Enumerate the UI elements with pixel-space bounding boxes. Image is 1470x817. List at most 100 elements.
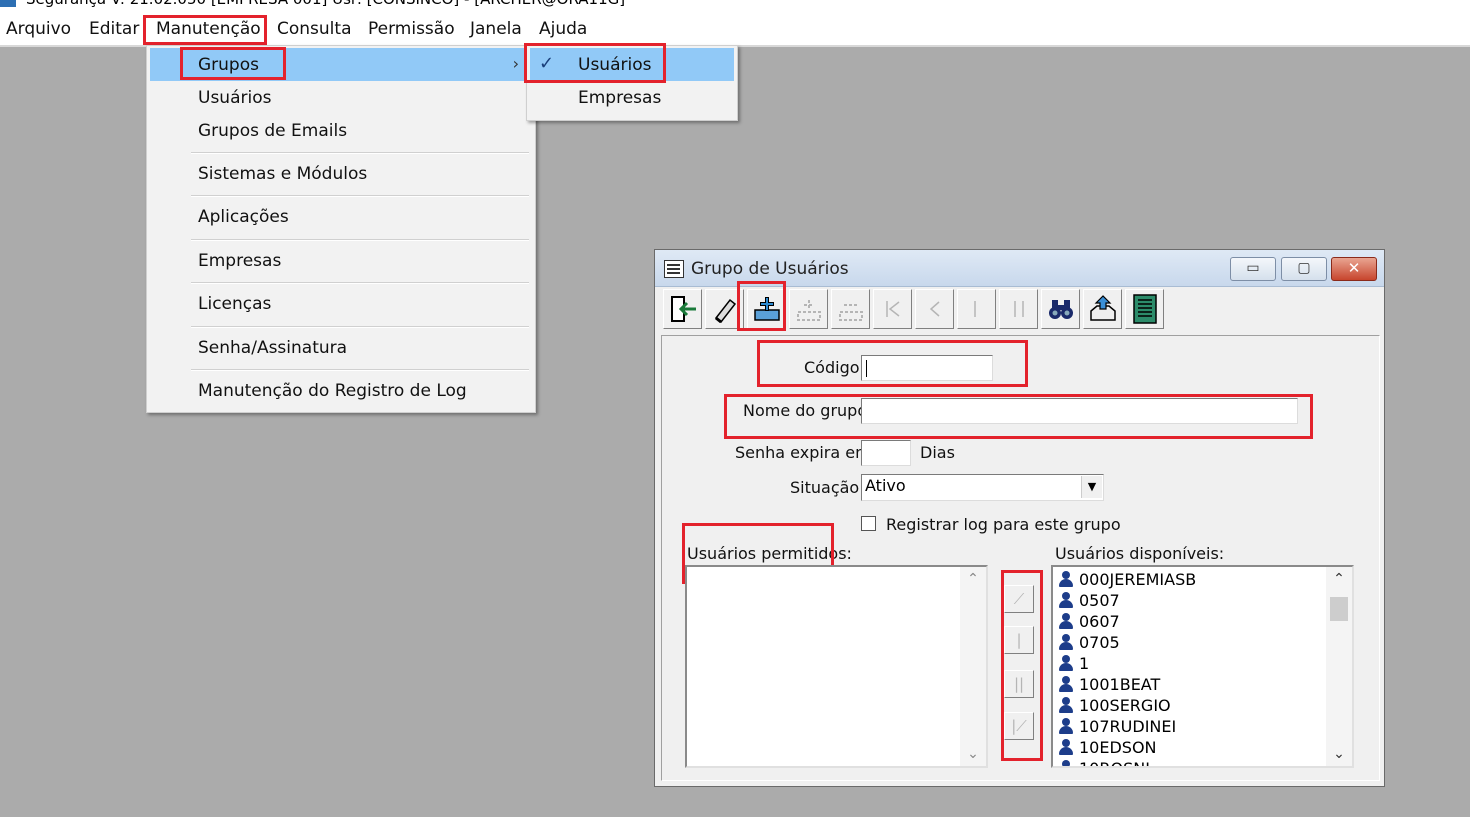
scroll-down-icon[interactable]: ⌄ — [960, 746, 986, 762]
user-icon — [1059, 676, 1073, 692]
close-icon: ✕ — [1347, 259, 1361, 277]
permitidos-scrollbar[interactable]: ⌃ ⌄ — [960, 567, 986, 766]
list-item[interactable]: 1001BEAT — [1059, 675, 1160, 694]
last-record-button[interactable] — [999, 289, 1038, 329]
list-item[interactable]: 0607 — [1059, 612, 1120, 631]
add-all-users-button[interactable]: || — [1004, 670, 1034, 698]
user-icon — [1059, 655, 1073, 671]
situacao-label: Situação — [790, 478, 860, 497]
menu-item-usuarios[interactable]: Usuários — [198, 88, 271, 108]
edit-button[interactable] — [705, 289, 744, 329]
list-item[interactable]: 1 — [1059, 654, 1089, 673]
menu-item-senha-assinatura[interactable]: Senha/Assinatura — [198, 338, 347, 358]
user-icon — [1059, 571, 1073, 587]
scroll-thumb[interactable] — [1330, 597, 1348, 621]
usuarios-disponiveis-list[interactable]: 000JEREMIASB 0507 0607 0705 1 1001BEAT 1… — [1051, 565, 1354, 768]
situacao-value: Ativo — [865, 476, 906, 495]
insert-record-button[interactable] — [789, 289, 828, 329]
menu-consulta[interactable]: Consulta — [277, 19, 351, 39]
menu-ajuda[interactable]: Ajuda — [539, 19, 587, 39]
list-item[interactable]: 100SERGIO — [1059, 696, 1171, 715]
scroll-up-icon[interactable]: ⌃ — [1326, 571, 1352, 587]
menu-item-licencas[interactable]: Licenças — [198, 294, 271, 314]
menu-separator — [191, 282, 529, 284]
check-icon: ✓ — [539, 53, 555, 74]
search-button[interactable] — [1041, 289, 1080, 329]
registrar-log-checkbox[interactable] — [861, 516, 876, 531]
next-record-button[interactable] — [957, 289, 996, 329]
situacao-select[interactable]: Ativo ▼ — [861, 474, 1104, 501]
list-item[interactable]: 0705 — [1059, 633, 1120, 652]
menu-janela[interactable]: Janela — [470, 19, 522, 39]
manutencao-dropdown: Grupos › Usuários Grupos de Emails Siste… — [146, 45, 536, 413]
codigo-input[interactable] — [861, 355, 993, 381]
maximize-button[interactable]: ▢ — [1281, 257, 1327, 281]
submenu-item-usuarios[interactable]: Usuários — [578, 55, 651, 75]
save-button[interactable] — [1083, 289, 1122, 329]
menu-manutencao[interactable]: Manutenção — [156, 19, 261, 39]
app-title: Segurança V: 21.02.050 [EMPRESA 001] Usr… — [26, 0, 625, 8]
menu-permissao[interactable]: Permissão — [368, 19, 455, 39]
move-all-icon: || — [1013, 675, 1025, 693]
nome-grupo-input[interactable] — [861, 398, 1298, 424]
insert-icon — [796, 300, 821, 321]
list-item[interactable]: 000JEREMIASB — [1059, 570, 1196, 589]
minimize-button[interactable]: ▭ — [1230, 257, 1276, 281]
exit-button[interactable] — [663, 289, 702, 329]
menu-separator — [191, 369, 529, 371]
user-icon — [1059, 613, 1073, 629]
dias-label: Dias — [920, 443, 955, 462]
close-button[interactable]: ✕ — [1331, 257, 1377, 281]
scroll-up-icon[interactable]: ⌃ — [960, 571, 986, 587]
exit-door-icon — [670, 296, 696, 322]
usuarios-disponiveis-label: Usuários disponíveis: — [1055, 544, 1225, 563]
list-item[interactable]: 10ROSNI — [1059, 759, 1150, 766]
submenu-item-empresas[interactable]: Empresas — [578, 88, 661, 108]
first-record-button[interactable] — [873, 289, 912, 329]
app-title-bar: Segurança V: 21.02.050 [EMPRESA 001] Usr… — [0, 0, 1470, 9]
text-cursor — [866, 360, 867, 377]
menu-item-sistemas-modulos[interactable]: Sistemas e Módulos — [198, 164, 367, 184]
menu-item-empresas[interactable]: Empresas — [198, 251, 281, 271]
list-item[interactable]: 10EDSON — [1059, 738, 1157, 757]
menu-separator — [191, 239, 529, 241]
add-record-icon — [753, 297, 780, 321]
menu-item-aplicacoes[interactable]: Aplicações — [198, 207, 289, 227]
submenu-arrow-icon: › — [512, 54, 519, 73]
disponiveis-scrollbar[interactable]: ⌃ ⌄ — [1326, 567, 1352, 766]
grupo-usuarios-dialog: Grupo de Usuários ▭ ▢ ✕ Código Nome do g… — [654, 249, 1385, 787]
menu-item-grupos[interactable]: Grupos — [198, 55, 259, 75]
menu-arquivo[interactable]: Arquivo — [6, 19, 71, 39]
senha-expira-input[interactable] — [861, 440, 911, 466]
user-icon — [1059, 718, 1073, 734]
user-icon — [1059, 760, 1073, 766]
previous-record-button[interactable] — [915, 289, 954, 329]
nome-grupo-label: Nome do grupo — [743, 401, 868, 420]
dialog-toolbar — [663, 289, 1375, 331]
new-record-button[interactable] — [747, 289, 786, 329]
scroll-down-icon[interactable]: ⌄ — [1326, 746, 1352, 762]
first-icon — [885, 301, 899, 317]
remove-selected-user-button[interactable]: | — [1004, 626, 1034, 654]
usuarios-permitidos-label: Usuários permitidos: — [687, 544, 852, 563]
remove-record-button[interactable] — [831, 289, 870, 329]
add-selected-user-button[interactable]: ⟋ — [1004, 585, 1034, 613]
next-icon — [973, 301, 976, 317]
move-first-icon: |⟋ — [1011, 717, 1027, 735]
list-item[interactable]: 0507 — [1059, 591, 1120, 610]
previous-icon — [929, 301, 939, 317]
menu-item-grupos-emails[interactable]: Grupos de Emails — [198, 121, 347, 141]
list-item[interactable]: 107RUDINEI — [1059, 717, 1176, 736]
menu-editar[interactable]: Editar — [89, 19, 139, 39]
move-one-icon: ⟋ — [1013, 590, 1025, 608]
report-button[interactable] — [1125, 289, 1164, 329]
remove-all-users-button[interactable]: |⟋ — [1004, 712, 1034, 740]
registrar-log-label: Registrar log para este grupo — [886, 515, 1121, 534]
chevron-down-icon[interactable]: ▼ — [1081, 476, 1102, 498]
menu-bar: Arquivo Editar Manutenção Consulta Permi… — [0, 9, 1470, 47]
app-icon — [0, 0, 16, 7]
last-icon — [1013, 301, 1024, 317]
user-icon — [1059, 739, 1073, 755]
usuarios-permitidos-list[interactable]: ⌃ ⌄ — [685, 565, 988, 768]
menu-item-registro-log[interactable]: Manutenção do Registro de Log — [198, 381, 467, 401]
